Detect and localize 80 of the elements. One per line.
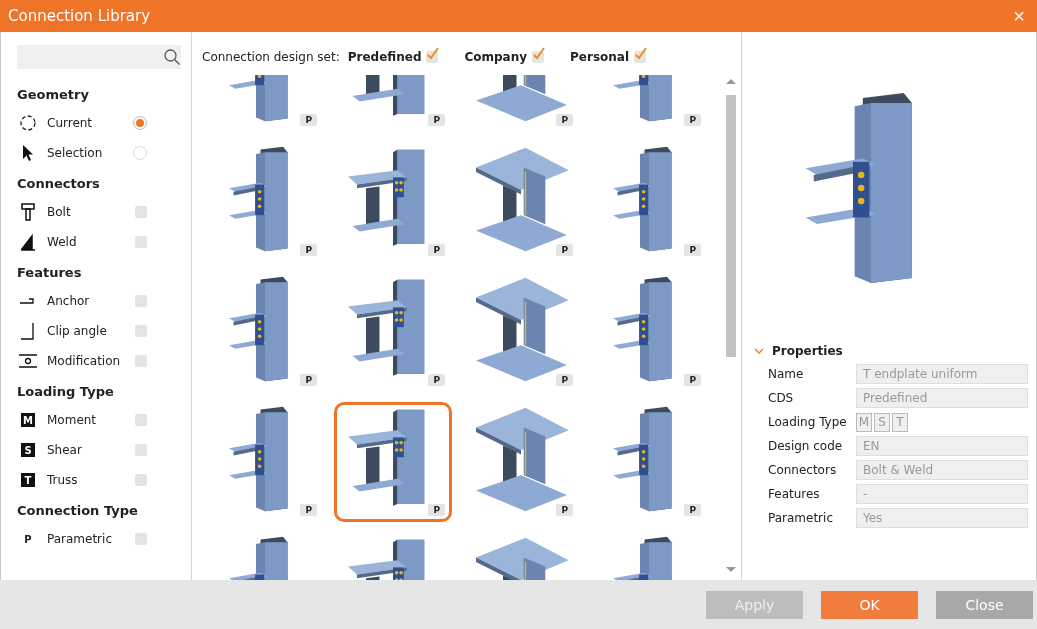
parametric-badge: P <box>300 114 317 126</box>
parametric-badge: P <box>684 504 701 516</box>
property-label: Loading Type <box>768 415 848 429</box>
parametric-badge: P <box>428 374 445 386</box>
window-title: Connection Library <box>8 7 151 25</box>
letter-icon: T <box>21 473 35 487</box>
property-label: Name <box>768 367 805 381</box>
section-heading: Features <box>17 265 83 280</box>
filter-label: Shear <box>47 443 83 457</box>
parametric-badge: P <box>684 244 701 256</box>
filter-label: Modification <box>47 354 122 368</box>
option-label: Predefined <box>347 50 422 64</box>
parametric-badge: P <box>428 244 445 256</box>
property-field: Predefined <box>856 388 1028 408</box>
filter-label: Parametric <box>47 532 113 546</box>
letter-icon: S <box>21 443 35 457</box>
cursor-icon <box>21 144 35 162</box>
checkbox[interactable] <box>135 414 147 426</box>
parametric-badge: P <box>300 244 317 256</box>
radio-button[interactable] <box>133 146 147 160</box>
bolt-icon <box>21 203 35 221</box>
section-heading: Connectors <box>17 176 101 191</box>
section-heading: Loading Type <box>17 384 115 399</box>
parametric-badge: P <box>556 114 573 126</box>
parametric-badge: P <box>300 374 317 386</box>
property-field: Bolt & Weld <box>856 460 1028 480</box>
parametric-badge: P <box>684 374 701 386</box>
connection-thumbnail[interactable]: P <box>334 402 452 522</box>
parametric-badge: P <box>556 504 573 516</box>
parametric-badge: P <box>428 114 445 126</box>
letter-icon: M <box>21 413 35 427</box>
property-label: Design code <box>768 439 844 453</box>
property-field: T endplate uniform <box>856 364 1028 384</box>
design-set-label: Connection design set: <box>202 50 340 64</box>
chevron-icon[interactable] <box>754 347 764 355</box>
anchor-icon <box>20 297 36 305</box>
parametric-badge: P <box>428 504 445 516</box>
checkbox[interactable] <box>135 295 147 307</box>
scroll-up-icon[interactable] <box>725 77 737 85</box>
filter-label: Clip angle <box>47 324 108 338</box>
checkbox[interactable] <box>135 236 147 248</box>
search-icon[interactable] <box>163 48 181 66</box>
property-field: - <box>856 484 1028 504</box>
filter-label: Selection <box>47 146 104 160</box>
property-label: Parametric <box>768 511 834 525</box>
checkbox[interactable] <box>135 533 147 545</box>
search-field[interactable] <box>17 45 181 69</box>
checkbox[interactable] <box>135 206 147 218</box>
section-heading: Geometry <box>17 87 90 102</box>
option-label: Personal <box>570 50 630 64</box>
property-label: Features <box>768 487 821 501</box>
filter-label: Anchor <box>47 294 91 308</box>
parametric-badge: P <box>556 244 573 256</box>
filter-label: Weld <box>47 235 78 249</box>
checkbox[interactable] <box>135 355 147 367</box>
dashed-circle-icon <box>19 114 37 132</box>
scrollbar-thumb[interactable] <box>726 95 736 357</box>
filter-label: Current <box>47 116 94 130</box>
property-label: Connectors <box>768 463 838 477</box>
parametric-badge: P <box>684 114 701 126</box>
parametric-badge: P <box>556 374 573 386</box>
angle-icon <box>20 322 36 340</box>
scroll-down-icon[interactable] <box>725 566 737 574</box>
checkbox[interactable] <box>135 444 147 456</box>
option-label: Company <box>464 50 528 64</box>
checkbox[interactable] <box>135 325 147 337</box>
modification-icon <box>19 354 37 368</box>
property-field: Yes <box>856 508 1028 528</box>
property-label: CDS <box>768 391 795 405</box>
parametric-badge: P <box>300 504 317 516</box>
filter-label: Truss <box>47 473 79 487</box>
radio-button[interactable] <box>133 116 147 130</box>
section-heading: Properties <box>772 344 843 358</box>
property-field: EN <box>856 436 1028 456</box>
checkbox[interactable] <box>135 474 147 486</box>
section-heading: Connection Type <box>17 503 139 518</box>
weld-icon <box>20 233 36 251</box>
letter-icon: P <box>21 532 35 546</box>
filter-label: Bolt <box>47 205 72 219</box>
filter-label: Moment <box>47 413 98 427</box>
